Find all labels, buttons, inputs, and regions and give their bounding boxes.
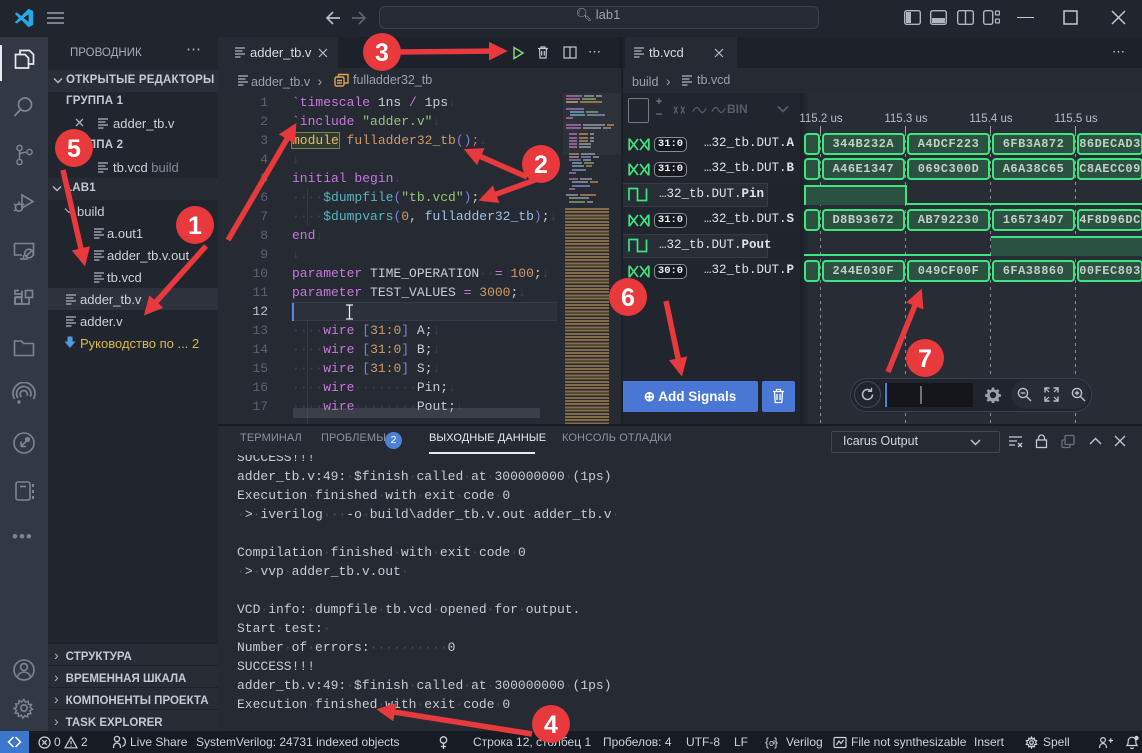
svg-text:5: 5 bbox=[67, 135, 81, 163]
svg-text:6: 6 bbox=[621, 284, 635, 312]
svg-text:1: 1 bbox=[188, 212, 202, 240]
svg-text:3: 3 bbox=[375, 39, 389, 67]
svg-text:7: 7 bbox=[918, 345, 932, 373]
svg-text:4: 4 bbox=[544, 711, 558, 739]
svg-text:2: 2 bbox=[534, 151, 548, 179]
